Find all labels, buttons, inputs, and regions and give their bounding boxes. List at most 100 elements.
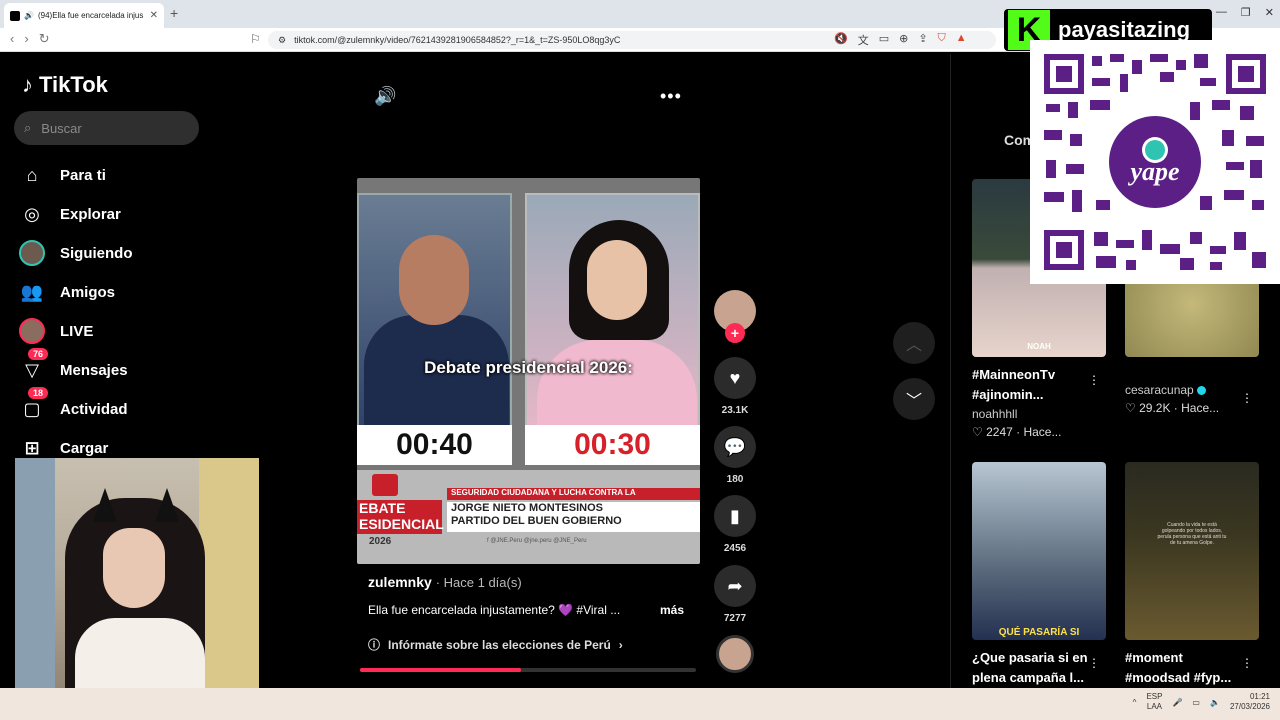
sidebar-item-label: Mensajes [60, 361, 128, 379]
debate-lower-third: EBATE ESIDENCIAL 2026 SEGURIDAD CIUDADANA… [357, 470, 700, 564]
share-action[interactable]: ➦ 7277 [714, 565, 756, 624]
new-tab-button[interactable]: + [170, 5, 178, 21]
search-placeholder: Buscar [41, 120, 82, 136]
comment-count: 180 [726, 474, 744, 485]
search-input[interactable]: ⌕ Buscar [14, 111, 199, 145]
more-options-icon[interactable]: ••• [660, 86, 682, 107]
tiktok-logo[interactable]: ♪ TikTok [22, 72, 108, 98]
sound-disc[interactable] [716, 635, 754, 673]
jne-logo [372, 474, 398, 496]
heart-outline-icon: ♡ [1125, 401, 1140, 415]
sidebar-item-actividad[interactable]: ▢ 18 Actividad [18, 387, 248, 424]
related-video-card[interactable]: Cuando la vida te está golpeando por tod… [1125, 462, 1259, 688]
sidebar-item-label: Actividad [60, 400, 128, 418]
card-title[interactable]: #moment #moodsad #fyp... [1125, 648, 1245, 688]
bookmark-icon[interactable]: ⚐ [250, 32, 261, 46]
sidebar-item-label: Amigos [60, 283, 116, 301]
activity-icon: ▢ 18 [18, 387, 49, 423]
related-video-card[interactable]: QUÉ PASARÍA SI ¿Que pasaria si en plena … [972, 462, 1106, 688]
microphone-icon[interactable]: 🎤 [1172, 698, 1182, 707]
video-author[interactable]: zulemnky · Hace 1 día(s) [368, 574, 522, 590]
thumb-text: QUÉ PASARÍA SI [998, 627, 1080, 638]
more-button[interactable]: más [660, 603, 684, 617]
save-action[interactable]: ▮ 2456 [714, 495, 756, 554]
video-thumbnail[interactable]: Cuando la vida te está golpeando por tod… [1125, 462, 1259, 640]
back-icon[interactable]: ‹ [10, 31, 14, 47]
zoom-icon[interactable]: ⊕ [899, 32, 908, 48]
video-thumbnail[interactable]: QUÉ PASARÍA SI [972, 462, 1106, 640]
url-text: tiktok.com/@zulemnky/video/7621439281906… [294, 35, 621, 45]
nav-buttons: ‹ › ↻ [10, 31, 50, 47]
speaker-name: JORGE NIETO MONTESINOS PARTIDO DEL BUEN G… [447, 502, 700, 532]
forward-icon[interactable]: › [24, 31, 28, 47]
logo-text: TikTok [39, 72, 108, 97]
info-icon: ⓘ [368, 638, 381, 652]
network-icon[interactable]: ▭ [1192, 698, 1200, 707]
restore-icon[interactable]: ❐ [1241, 6, 1251, 19]
card-user[interactable]: cesaracunap [1125, 383, 1259, 397]
speaker-icon[interactable]: 🔈 [1210, 698, 1220, 707]
divider [950, 54, 951, 694]
close-window-icon[interactable]: ✕ [1265, 6, 1274, 19]
heart-icon[interactable]: ♥ [714, 357, 756, 399]
kebab-icon[interactable]: ⋮ [1241, 391, 1253, 405]
card-title[interactable]: ¿Que pasaria si en plena campaña l... [972, 648, 1092, 688]
sidebar-item-explorar[interactable]: ◎ Explorar [18, 199, 248, 229]
system-tray: ^ ESP LAA 🎤 ▭ 🔈 01:21 27/03/2026 [1133, 692, 1270, 712]
share-icon[interactable]: ⇪ [918, 32, 927, 48]
translate-icon[interactable]: 文 [858, 32, 869, 48]
home-icon: ⌂ [26, 164, 38, 185]
sidebar-item-label: LIVE [60, 322, 94, 340]
rewards-icon[interactable]: ▲ [956, 32, 967, 48]
kebab-icon[interactable]: ⋮ [1241, 656, 1253, 670]
thumb-text: NOAH [1027, 342, 1051, 351]
sidebar-item-para-ti[interactable]: ⌂ Para ti [18, 160, 248, 190]
comment-icon[interactable]: 💬 [714, 426, 756, 468]
minimize-icon[interactable]: — [1216, 6, 1227, 19]
tab-title: (94)Ella fue encarcelada injus [37, 11, 144, 20]
messages-badge: 76 [28, 348, 49, 360]
share-arrow-icon[interactable]: ➦ [714, 565, 756, 607]
election-info-link[interactable]: ⓘ Infórmate sobre las elecciones de Perú… [368, 636, 623, 653]
qr-code-icon: yape [1040, 50, 1270, 274]
sidebar-item-mensajes[interactable]: ▽ 76 Mensajes [18, 348, 248, 385]
kebab-icon[interactable]: ⋮ [1088, 656, 1100, 670]
comment-action[interactable]: 💬 180 [714, 426, 756, 485]
extension-icons: 🔇 文 ▭ ⊕ ⇪ ⛉ ▲ [834, 32, 967, 48]
sidebar-item-amigos[interactable]: 👥 Amigos [18, 277, 248, 307]
clock[interactable]: 01:21 27/03/2026 [1230, 692, 1270, 712]
compass-icon: ◎ [24, 203, 40, 224]
jne-handles: f @JNE.Peru @jne.peru @JNE_Peru [487, 538, 587, 544]
chevron-up-icon[interactable]: ^ [1133, 698, 1137, 707]
follow-button[interactable]: + [725, 323, 745, 343]
yape-label: yape [1127, 157, 1179, 186]
author-name[interactable]: zulemnky [368, 574, 432, 590]
chevron-down-icon: ﹀ [905, 393, 922, 410]
volume-icon[interactable]: 🔊 [374, 86, 396, 107]
card-title[interactable]: #MainneonTv #ajinomin... [972, 365, 1092, 405]
like-action[interactable]: ♥ 23.1K [714, 357, 756, 416]
bookmark-icon[interactable]: ▮ [714, 495, 756, 537]
video-progress-bar[interactable] [360, 668, 696, 672]
browser-tab[interactable]: 🔊 (94)Ella fue encarcelada injus ✕ [4, 3, 164, 28]
next-video-button[interactable]: ﹀ [893, 378, 935, 420]
site-settings-icon[interactable]: ⚙ [278, 35, 286, 46]
video-player[interactable]: Debate presidencial 2026: 00:40 00:30 EB… [357, 178, 700, 564]
messages-icon: ▽ 76 [18, 348, 49, 384]
sidebar-item-live[interactable]: LIVE [18, 316, 248, 346]
sidebar-item-label: Explorar [60, 205, 121, 223]
yape-qr-overlay: yape [1030, 40, 1280, 284]
no-sound-icon[interactable]: 🔇 [834, 32, 848, 48]
kebab-icon[interactable]: ⋮ [1088, 373, 1100, 387]
brave-shield-icon[interactable]: ⛉ [938, 32, 946, 48]
language-indicator[interactable]: ESP LAA [1146, 692, 1162, 712]
card-user[interactable]: noahhhll [972, 407, 1106, 421]
windows-taskbar [0, 688, 1280, 720]
reload-icon[interactable]: ↻ [39, 31, 50, 47]
previous-video-button[interactable]: ︿ [893, 322, 935, 364]
friends-icon: 👥 [20, 281, 44, 302]
sidebar-item-siguiendo[interactable]: Siguiendo [18, 238, 248, 268]
cast-icon[interactable]: ▭ [879, 32, 889, 48]
chevron-right-icon: › [618, 637, 623, 652]
close-tab-icon[interactable]: ✕ [150, 10, 158, 21]
